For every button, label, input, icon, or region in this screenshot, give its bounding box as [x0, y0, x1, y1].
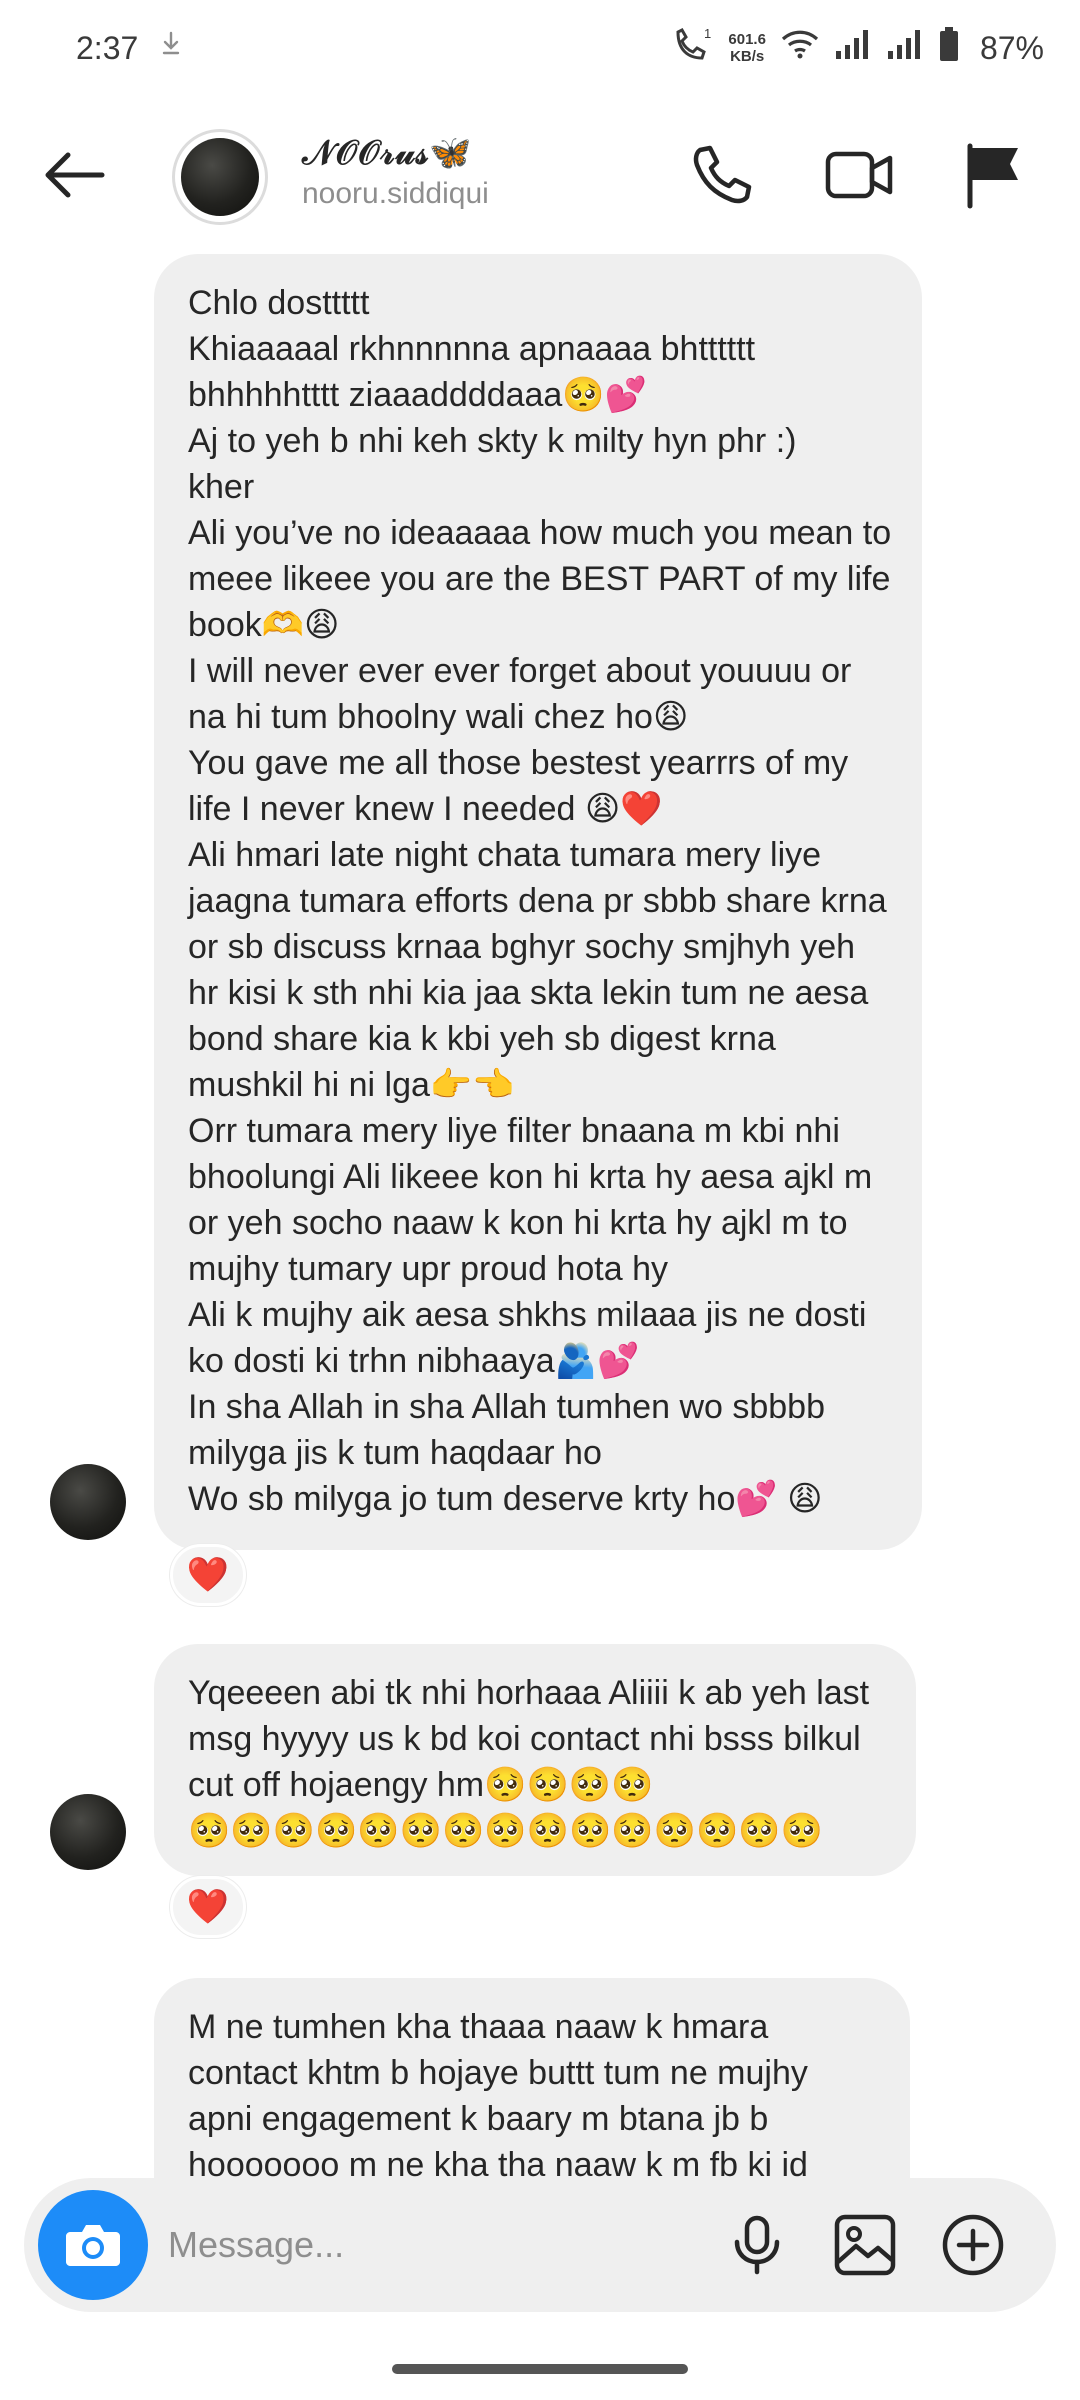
contact-info[interactable]: 𝒩𝒪𝒪𝓇𝓊𝓈🦋 nooru.siddiqui — [302, 132, 489, 214]
more-options-button[interactable] — [940, 2212, 1006, 2278]
network-speed: 601.6 KB/s — [728, 31, 766, 65]
voice-message-button[interactable] — [724, 2212, 790, 2278]
signal-icon-sim1 — [834, 27, 872, 69]
wifi-calling-icon: 1 — [670, 24, 714, 72]
camera-button[interactable] — [38, 2190, 148, 2300]
wifi-icon — [780, 27, 820, 69]
message-composer — [24, 2178, 1056, 2312]
home-indicator[interactable] — [392, 2364, 688, 2374]
signal-icon-sim2 — [886, 27, 924, 69]
profile-avatar[interactable] — [172, 129, 268, 225]
back-button[interactable] — [40, 145, 112, 205]
message-bubble[interactable]: Chlo dosttttt Khiaaaaal rkhnnnnna apnaaa… — [154, 254, 922, 1550]
plus-circle-icon — [942, 2214, 1004, 2276]
phone-icon — [693, 145, 752, 204]
message-bubble[interactable]: M ne tumhen kha thaaa naaw k hmara conta… — [154, 1978, 910, 2180]
contact-display-name: 𝒩𝒪𝒪𝓇𝓊𝓈🦋 — [302, 134, 473, 172]
microphone-icon — [734, 2215, 780, 2275]
download-icon — [160, 29, 182, 67]
flag-icon — [967, 143, 1018, 209]
camera-icon — [66, 2225, 120, 2266]
battery-icon — [938, 26, 960, 70]
battery-percentage: 87% — [979, 29, 1044, 66]
report-flag-button[interactable] — [958, 140, 1028, 210]
message-reaction[interactable]: ❤️ — [170, 1544, 246, 1606]
sender-avatar[interactable] — [50, 1794, 126, 1870]
contact-username: nooru.siddiqui — [302, 177, 489, 210]
audio-call-button[interactable] — [686, 140, 756, 210]
message-reaction[interactable]: ❤️ — [170, 1876, 246, 1938]
message-bubble[interactable]: Yqeeeen abi tk nhi horhaaa Aliiii k ab y… — [154, 1644, 916, 1876]
sender-avatar[interactable] — [50, 1464, 126, 1540]
arrow-left-icon — [45, 152, 105, 198]
status-bar: 2:37 1 601.6 KB/s 87% — [0, 0, 1080, 96]
net-speed-unit: KB/s — [730, 48, 765, 65]
message-thread[interactable]: Chlo dosttttt Khiaaaaal rkhnnnnna apnaaa… — [0, 252, 1080, 2180]
chat-header: 𝒩𝒪𝒪𝓇𝓊𝓈🦋 nooru.siddiqui — [0, 110, 1080, 240]
gallery-button[interactable] — [832, 2212, 898, 2278]
video-call-button[interactable] — [824, 140, 894, 210]
net-speed-value: 601.6 — [728, 31, 766, 48]
message-input[interactable] — [166, 2212, 686, 2278]
video-camera-icon — [825, 151, 893, 199]
status-time: 2:37 — [76, 29, 139, 66]
image-icon — [834, 2214, 896, 2276]
svg-text:1: 1 — [704, 26, 711, 41]
